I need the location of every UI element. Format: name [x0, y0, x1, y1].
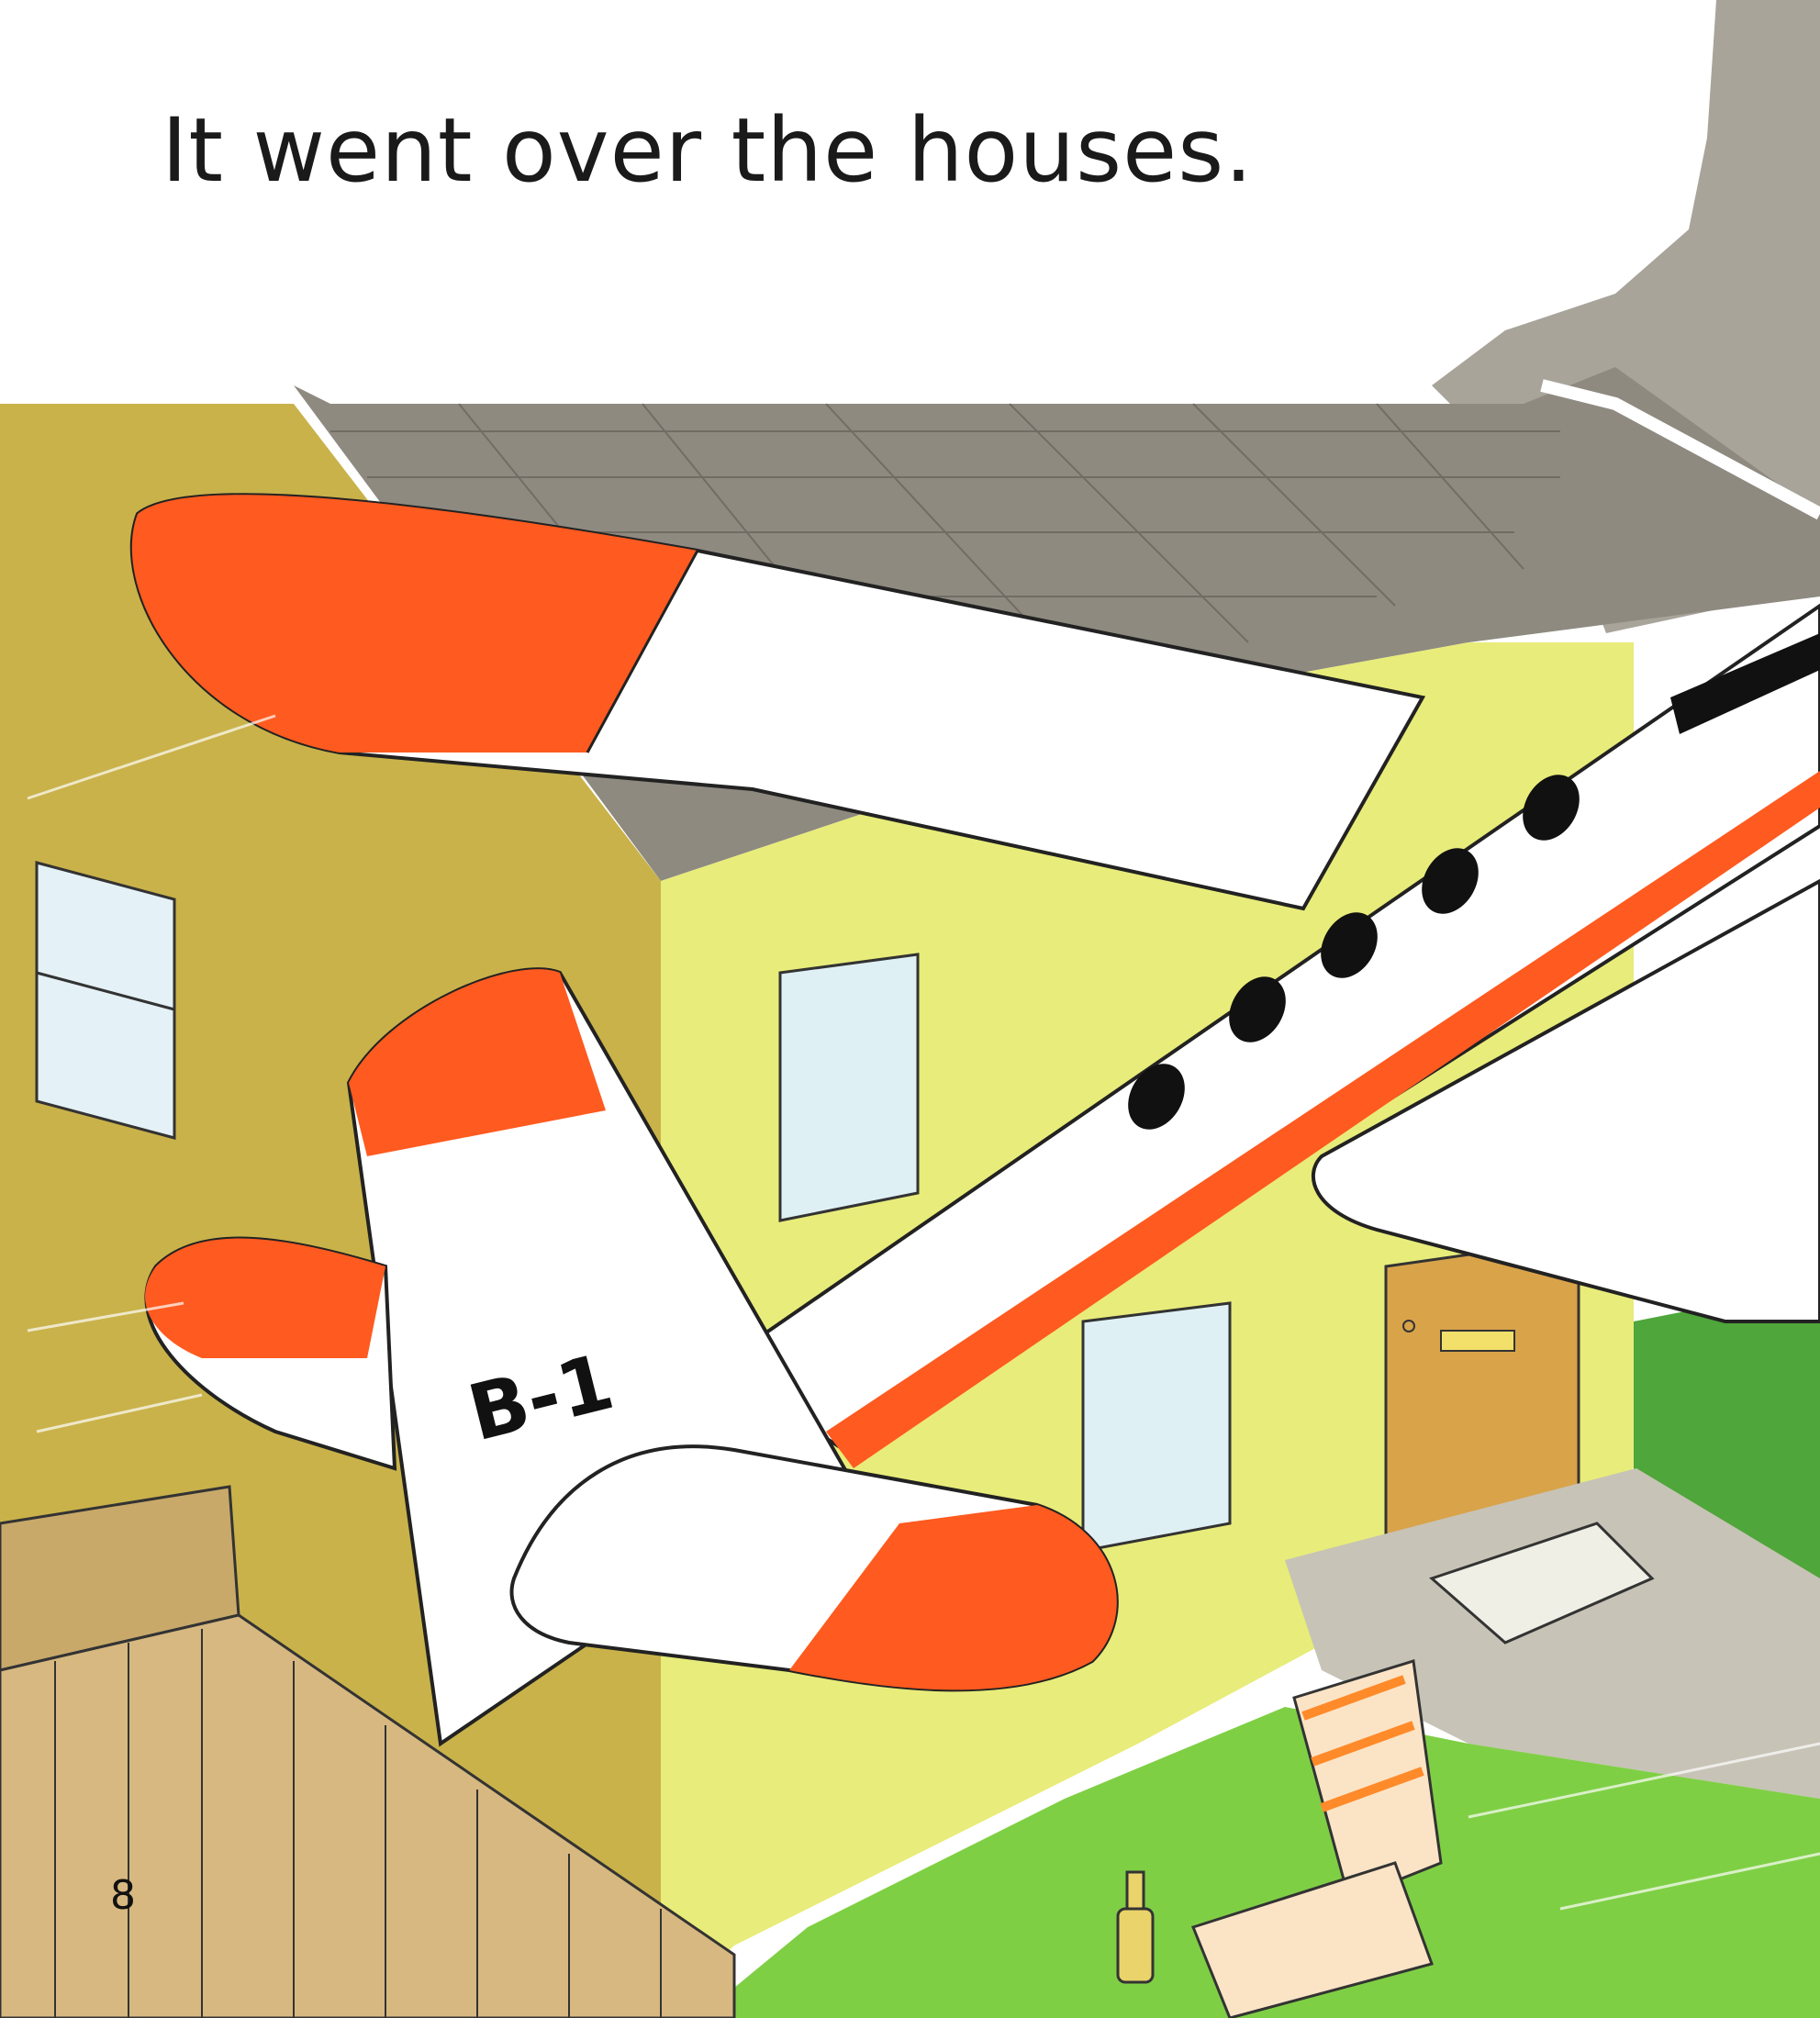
story-caption: It went over the houses.: [162, 99, 1254, 202]
lower-window: [1081, 1301, 1232, 1553]
airplane-over-houses-illustration: B-1: [0, 0, 1820, 2018]
side-wall-window: [35, 861, 176, 1140]
book-page: B-1 It went over the houses. 8: [0, 0, 1820, 2018]
letterbox: [1440, 1330, 1515, 1352]
page-number: 8: [110, 1872, 136, 1919]
upper-window: [778, 953, 920, 1222]
